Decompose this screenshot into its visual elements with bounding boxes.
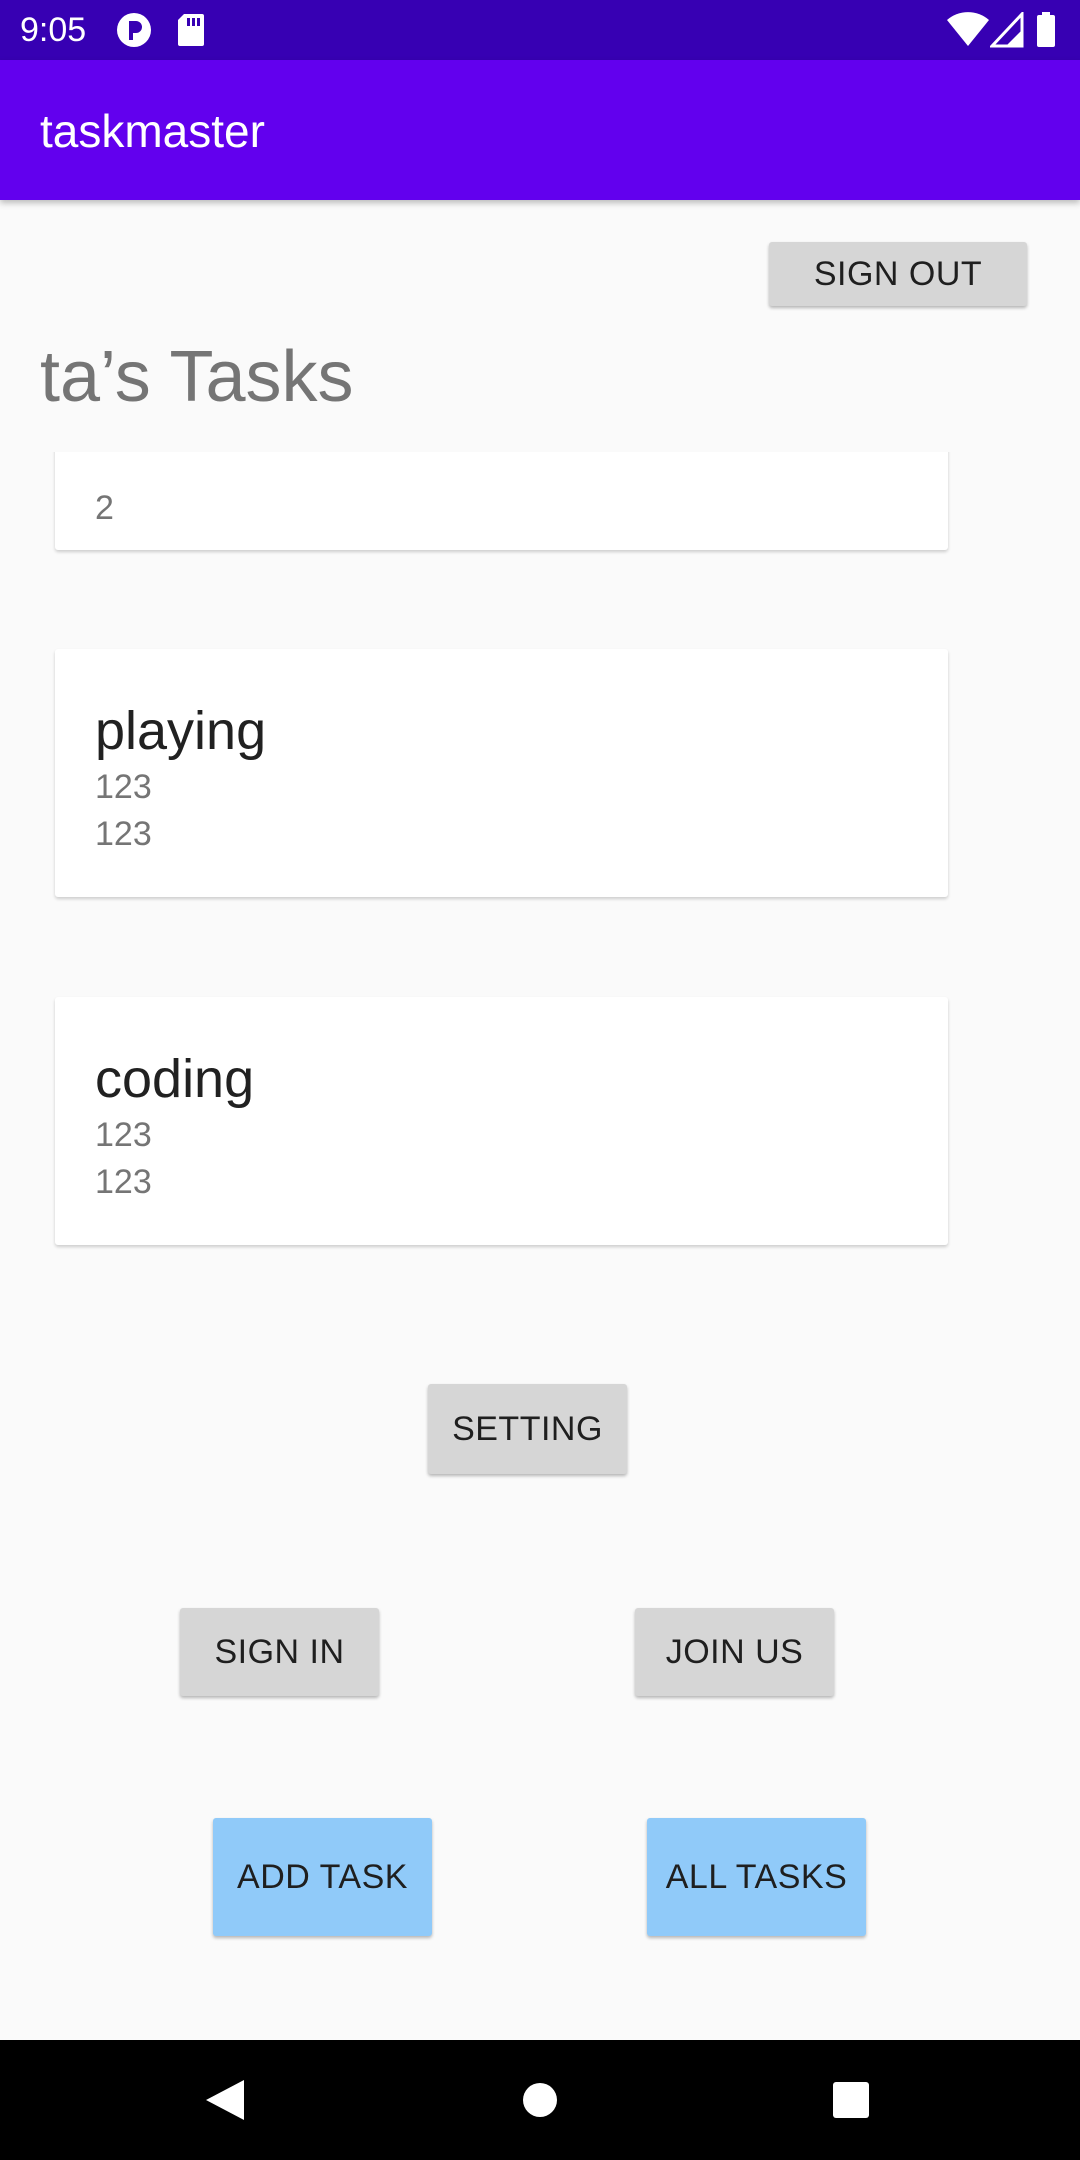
- task-detail: 123: [95, 768, 152, 806]
- sd-card-icon: [176, 12, 206, 53]
- task-detail: 2: [95, 489, 114, 527]
- page-title: ta’s Tasks: [40, 337, 354, 417]
- task-card[interactable]: playing 123 123: [55, 649, 948, 897]
- sign-in-button[interactable]: SIGN IN: [180, 1608, 379, 1696]
- task-detail: 123: [95, 815, 152, 853]
- task-detail: 123: [95, 1163, 152, 1201]
- task-card[interactable]: 2: [55, 452, 948, 550]
- setting-button[interactable]: SETTING: [428, 1384, 627, 1474]
- task-card[interactable]: coding 123 123: [55, 997, 948, 1245]
- app-bar: taskmaster: [0, 60, 1080, 200]
- wifi-icon: [946, 12, 990, 53]
- battery-icon: [1036, 12, 1056, 53]
- notification-icon: [116, 12, 152, 53]
- add-task-button[interactable]: ADD TASK: [213, 1818, 432, 1936]
- all-tasks-button[interactable]: ALL TASKS: [647, 1818, 866, 1936]
- join-us-button[interactable]: JOIN US: [635, 1608, 834, 1696]
- navigation-bar: [0, 2040, 1080, 2160]
- app-title: taskmaster: [40, 105, 265, 157]
- status-bar: 9:05: [0, 0, 1080, 60]
- sign-out-button[interactable]: SIGN OUT: [769, 242, 1027, 306]
- status-time: 9:05: [20, 11, 87, 49]
- back-icon[interactable]: [200, 2040, 250, 2160]
- task-list[interactable]: 2 playing 123 123 coding 123 123: [0, 452, 1080, 1320]
- task-detail: 123: [95, 1116, 152, 1154]
- cellular-signal-icon: [988, 10, 1024, 53]
- task-title: playing: [95, 701, 267, 761]
- recents-icon[interactable]: [831, 2040, 871, 2160]
- task-title: coding: [95, 1049, 255, 1109]
- home-icon[interactable]: [520, 2040, 560, 2160]
